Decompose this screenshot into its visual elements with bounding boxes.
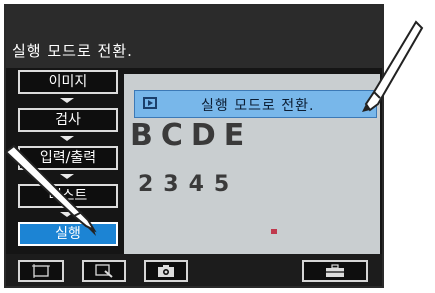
device-screen: 실행 모드로 전환. BCDE 2345 실행 모드로 전환. 이미지 검사 입… xyxy=(4,4,384,288)
frame-button[interactable] xyxy=(18,260,64,282)
position-marker xyxy=(271,229,277,234)
menu-item-label: 실행 xyxy=(55,226,81,242)
top-status-bar: 실행 모드로 전환. xyxy=(6,6,382,68)
menu-item-test[interactable]: 테스트 xyxy=(18,184,118,208)
viewport-text-line-1: BCDE xyxy=(130,118,253,153)
device-bezel: 실행 모드로 전환. BCDE 2345 실행 모드로 전환. 이미지 검사 입… xyxy=(0,0,435,293)
chevron-down-icon xyxy=(60,212,74,217)
menu-item-run[interactable]: 실행 xyxy=(18,222,118,246)
toolbox-button[interactable] xyxy=(302,260,368,282)
status-message: 실행 모드로 전환. xyxy=(12,42,133,60)
toolbox-icon xyxy=(304,262,366,280)
menu-item-input-output[interactable]: 입력/출력 xyxy=(18,146,118,170)
play-box-icon xyxy=(143,97,157,109)
bottom-toolbar xyxy=(6,254,382,286)
menu-item-inspection[interactable]: 검사 xyxy=(18,108,118,132)
zoom-region-button[interactable] xyxy=(82,260,126,282)
camera-button[interactable] xyxy=(144,260,188,282)
right-margin xyxy=(384,4,431,289)
menu-item-label: 이미지 xyxy=(48,74,88,90)
menu-item-image[interactable]: 이미지 xyxy=(18,70,118,94)
tooltip-balloon: 실행 모드로 전환. xyxy=(134,90,377,118)
tooltip-text: 실행 모드로 전환. xyxy=(201,98,315,114)
chevron-down-icon xyxy=(60,136,74,141)
zoom-region-icon xyxy=(84,262,124,280)
menu-item-label: 입력/출력 xyxy=(39,150,97,166)
menu-item-label: 검사 xyxy=(55,112,81,128)
camera-icon xyxy=(146,262,186,280)
chevron-down-icon xyxy=(60,98,74,103)
frame-icon xyxy=(20,262,62,280)
chevron-down-icon xyxy=(60,174,74,179)
viewport-text-line-2: 2345 xyxy=(138,172,240,197)
menu-item-label: 테스트 xyxy=(48,188,88,204)
